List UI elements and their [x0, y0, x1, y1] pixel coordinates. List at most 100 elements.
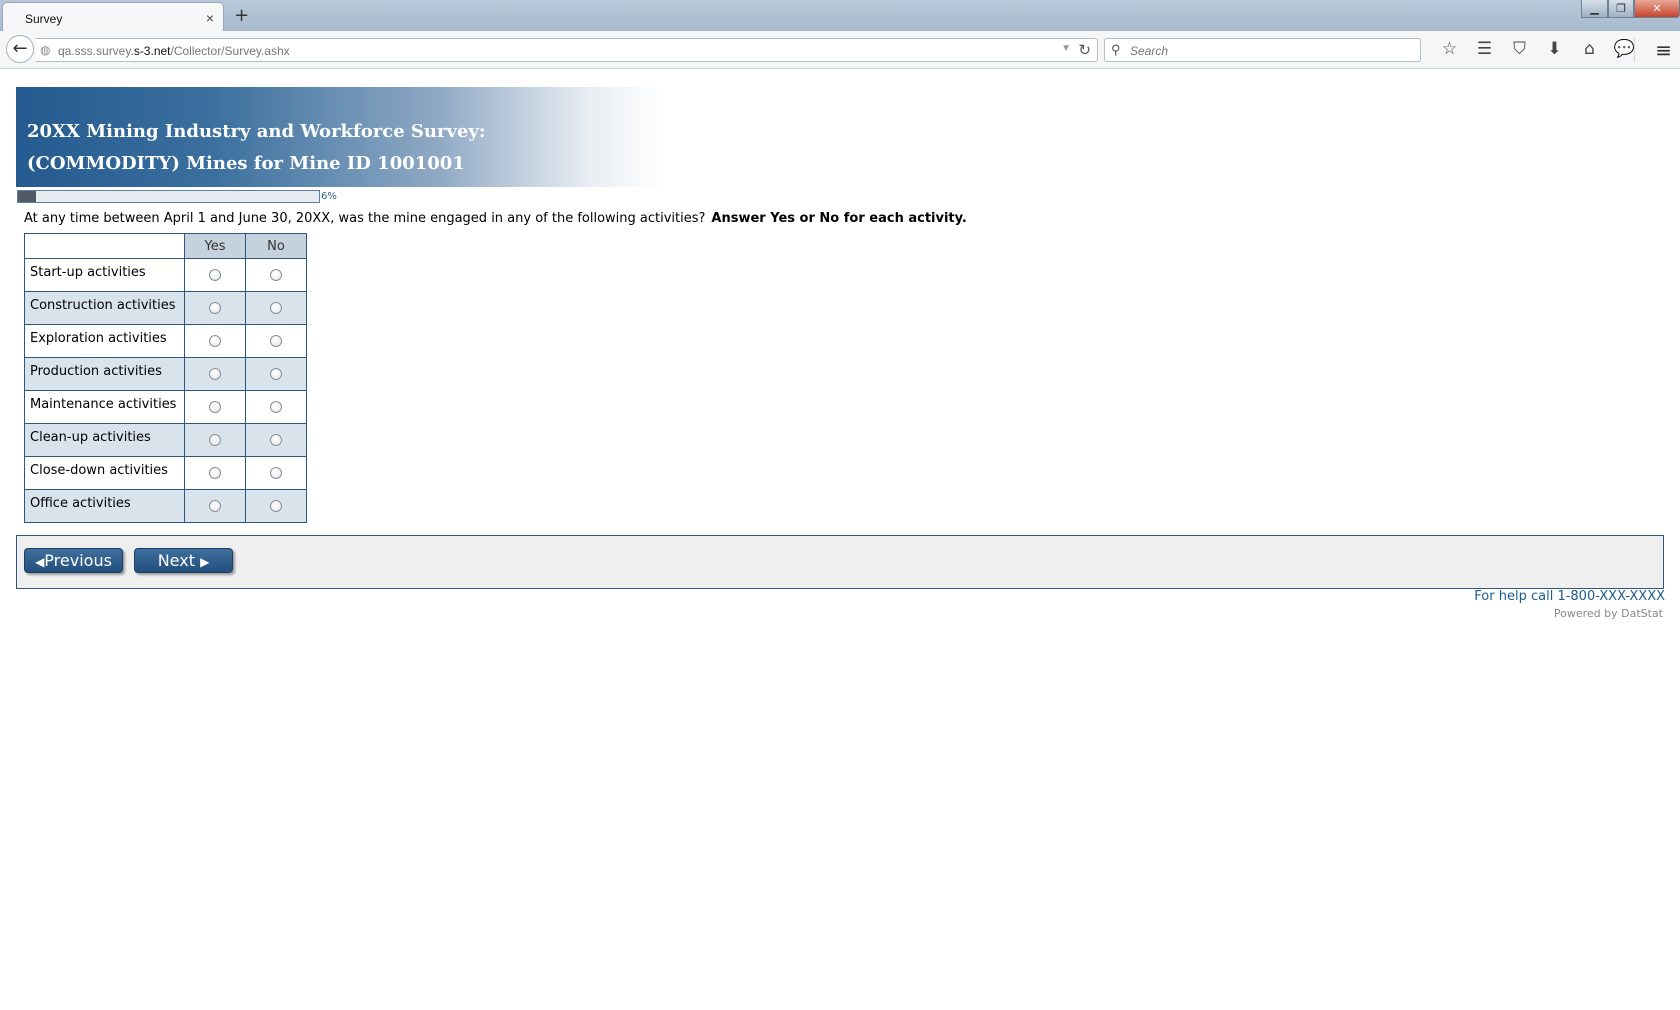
maximize-window-icon[interactable]: ❐ [1608, 0, 1634, 18]
survey-banner: 20XX Mining Industry and Workforce Surve… [16, 87, 666, 187]
url-history-dropdown-icon[interactable]: ▼ [1061, 43, 1071, 54]
search-icon: ⚲ [1111, 42, 1121, 57]
grid-cell-no [245, 258, 307, 292]
home-icon[interactable]: ⌂ [1572, 39, 1607, 59]
url-host: s-3.net [133, 44, 171, 58]
column-header-no: No [245, 233, 307, 259]
progress-fill [18, 191, 37, 202]
grid-row: Clean-up activities [24, 423, 307, 457]
grid-row: Close-down activities [24, 456, 307, 490]
activity-label: Clean-up activities [24, 423, 185, 457]
survey-title-line1: 20XX Mining Industry and Workforce Surve… [27, 121, 486, 142]
menu-icon[interactable]: ≡ [1655, 38, 1672, 62]
radio-no[interactable] [270, 500, 282, 512]
site-info-icon[interactable]: ◍ [40, 43, 50, 57]
search-input[interactable]: ⚲ Search [1104, 38, 1421, 62]
grid-cell-yes [184, 390, 246, 424]
radio-no[interactable] [270, 401, 282, 413]
browser-tab[interactable]: Survey × [2, 2, 224, 31]
radio-yes[interactable] [209, 302, 221, 314]
grid-cell-no [245, 489, 307, 523]
radio-no[interactable] [270, 269, 282, 281]
grid-cell-yes [184, 357, 246, 391]
star-icon[interactable]: ☆ [1432, 39, 1467, 59]
next-button[interactable]: Next ▶ [134, 548, 233, 573]
grid-row: Construction activities [24, 291, 307, 325]
radio-yes[interactable] [209, 335, 221, 347]
grid-row: Start-up activities [24, 258, 307, 292]
grid-row: Exploration activities [24, 324, 307, 358]
help-phone-text: For help call 1-800-XXX-XXXX [1474, 589, 1665, 604]
grid-cell-yes [184, 324, 246, 358]
new-tab-icon[interactable]: + [234, 5, 249, 26]
reading-list-icon[interactable]: ☰ [1467, 39, 1502, 59]
back-arrow-icon: ← [12, 38, 28, 59]
grid-cell-yes [184, 291, 246, 325]
grid-cell-no [245, 324, 307, 358]
chat-icon[interactable]: 💬 [1607, 39, 1642, 59]
activity-label: Maintenance activities [24, 390, 185, 424]
activity-label: Start-up activities [24, 258, 185, 292]
survey-title-line2: (COMMODITY) Mines for Mine ID 1001001 [27, 153, 465, 174]
grid-cell-yes [184, 258, 246, 292]
activity-label: Close-down activities [24, 456, 185, 490]
grid-body: Start-up activities Construction activiti… [24, 258, 307, 523]
url-text: qa.sss.survey.s-3.net/Collector/Survey.a… [58, 44, 290, 58]
download-icon[interactable]: ⬇ [1537, 39, 1572, 59]
grid-cell-no [245, 456, 307, 490]
navigation-panel: ◀Previous Next ▶ [16, 535, 1664, 589]
activity-label: Production activities [24, 357, 185, 391]
grid-header-row: Yes No [24, 233, 307, 259]
triangle-right-icon: ▶ [200, 555, 210, 569]
browser-titlebar: Survey × + ▁ ❐ ✕ [0, 0, 1680, 31]
address-bar[interactable]: ◍ qa.sss.survey.s-3.net/Collector/Survey… [36, 38, 1098, 62]
pocket-icon[interactable]: ⛉ [1502, 39, 1537, 59]
radio-no[interactable] [270, 434, 282, 446]
activity-label: Construction activities [24, 291, 185, 325]
grid-cell-yes [184, 489, 246, 523]
minimize-window-icon[interactable]: ▁ [1581, 0, 1608, 18]
radio-no[interactable] [270, 302, 282, 314]
previous-button-label: Previous [44, 551, 112, 570]
grid-corner-cell [24, 233, 185, 259]
question-instruction: Answer Yes or No for each activity. [711, 211, 967, 226]
activity-label: Exploration activities [24, 324, 185, 358]
column-header-yes: Yes [184, 233, 246, 259]
search-placeholder: Search [1130, 44, 1169, 58]
radio-yes[interactable] [209, 368, 221, 380]
previous-button[interactable]: ◀Previous [24, 548, 123, 573]
toolbar-icons: ☆ ☰ ⛉ ⬇ ⌂ 💬 [1432, 39, 1642, 59]
tab-title: Survey [25, 12, 63, 26]
grid-row: Maintenance activities [24, 390, 307, 424]
next-button-label: Next [157, 551, 195, 570]
powered-by-text: Powered by DatStat [1553, 607, 1663, 620]
reload-icon[interactable]: ↻ [1078, 41, 1091, 59]
progress-bar [17, 190, 320, 203]
triangle-left-icon: ◀ [35, 555, 45, 569]
radio-yes[interactable] [209, 401, 221, 413]
grid-row: Production activities [24, 357, 307, 391]
url-path: /Collector/Survey.ashx [170, 44, 290, 58]
progress-label: 6% [321, 191, 337, 202]
grid-cell-yes [184, 423, 246, 457]
toolbar-divider [1634, 38, 1635, 62]
radio-yes[interactable] [209, 434, 221, 446]
radio-yes[interactable] [209, 467, 221, 479]
close-window-icon[interactable]: ✕ [1634, 0, 1680, 18]
back-button[interactable]: ← [6, 35, 34, 63]
activity-label: Office activities [24, 489, 185, 523]
grid-cell-no [245, 291, 307, 325]
radio-no[interactable] [270, 335, 282, 347]
url-prefix: qa.sss.survey. [58, 44, 134, 58]
question-prompt: At any time between April 1 and June 30,… [24, 211, 706, 226]
radio-no[interactable] [270, 368, 282, 380]
close-tab-icon[interactable]: × [206, 10, 214, 26]
grid-cell-no [245, 390, 307, 424]
grid-cell-yes [184, 456, 246, 490]
radio-yes[interactable] [209, 500, 221, 512]
radio-no[interactable] [270, 467, 282, 479]
grid-cell-no [245, 357, 307, 391]
radio-yes[interactable] [209, 269, 221, 281]
window-controls: ▁ ❐ ✕ [1581, 0, 1680, 18]
question-text: At any time between April 1 and June 30,… [24, 211, 1644, 226]
